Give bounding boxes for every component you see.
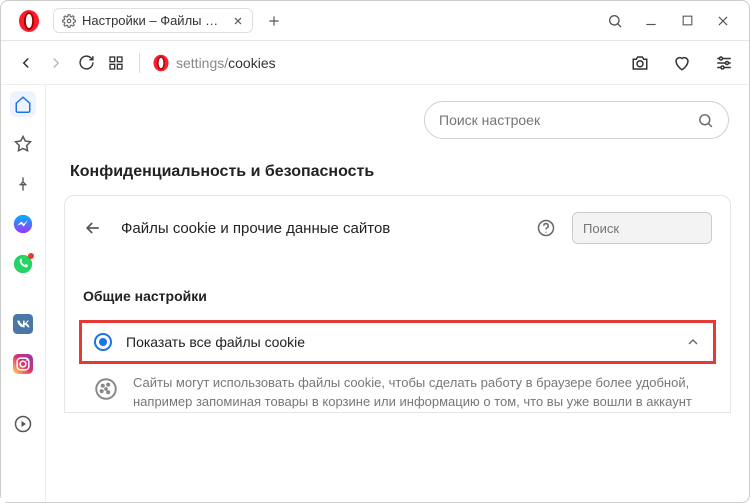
- heart-icon[interactable]: [667, 48, 697, 78]
- snapshot-icon[interactable]: [625, 48, 655, 78]
- url-prefix: settings/: [176, 55, 228, 71]
- title-bar: Настройки – Файлы cookie: [1, 1, 749, 41]
- search-icon: [697, 112, 714, 129]
- gear-icon: [62, 14, 76, 28]
- panel-title: Файлы cookie и прочие данные сайтов: [121, 220, 520, 237]
- sidebar: [1, 85, 46, 502]
- address-bar: settings/cookies: [1, 41, 749, 85]
- speed-dial-button[interactable]: [101, 48, 131, 78]
- close-tab-icon[interactable]: [232, 15, 244, 27]
- notification-badge: [28, 253, 34, 259]
- panel-header: Файлы cookie и прочие данные сайтов: [65, 196, 730, 260]
- help-icon[interactable]: [534, 219, 558, 237]
- option-description-row: Сайты могут использовать файлы cookie, ч…: [65, 364, 730, 412]
- opera-logo: [17, 9, 41, 33]
- chevron-up-icon[interactable]: [685, 334, 701, 350]
- settings-search[interactable]: [424, 101, 729, 139]
- content-area: Конфиденциальность и безопасность Файлы …: [1, 85, 749, 502]
- browser-tab[interactable]: Настройки – Файлы cookie: [53, 8, 253, 33]
- option-description: Сайты могут использовать файлы cookie, ч…: [133, 374, 702, 412]
- option-label: Показать все файлы cookie: [126, 334, 671, 350]
- section-heading: Конфиденциальность и безопасность: [46, 163, 749, 195]
- titlebar-search-icon[interactable]: [601, 7, 629, 35]
- easy-setup-icon[interactable]: [709, 48, 739, 78]
- sidebar-whatsapp-icon[interactable]: [10, 251, 36, 277]
- sidebar-instagram-icon[interactable]: [10, 351, 36, 377]
- sidebar-bookmarks-icon[interactable]: [10, 131, 36, 157]
- reload-button[interactable]: [71, 48, 101, 78]
- tab-title: Настройки – Файлы cookie: [82, 13, 224, 28]
- close-window-button[interactable]: [709, 7, 737, 35]
- cookie-icon: [93, 376, 119, 402]
- site-identity-icon[interactable]: [152, 54, 170, 72]
- panel-search[interactable]: [572, 212, 712, 244]
- new-tab-button[interactable]: [263, 10, 285, 32]
- back-button[interactable]: [11, 48, 41, 78]
- minimize-button[interactable]: [637, 7, 665, 35]
- settings-content: Конфиденциальность и безопасность Файлы …: [46, 85, 749, 502]
- panel-search-input[interactable]: [583, 221, 749, 236]
- radio-selected-icon[interactable]: [94, 333, 112, 351]
- url-path: cookies: [228, 55, 275, 71]
- maximize-button[interactable]: [673, 7, 701, 35]
- general-heading: Общие настройки: [65, 260, 730, 314]
- sidebar-home-icon[interactable]: [10, 91, 36, 117]
- sidebar-pinboards-icon[interactable]: [10, 171, 36, 197]
- forward-button[interactable]: [41, 48, 71, 78]
- sidebar-vk-icon[interactable]: [10, 311, 36, 337]
- cookies-panel: Файлы cookie и прочие данные сайтов Общи…: [64, 195, 731, 413]
- browser-window: Настройки – Файлы cookie: [0, 0, 750, 503]
- show-all-cookies-option[interactable]: Показать все файлы cookie: [79, 320, 716, 364]
- panel-back-button[interactable]: [83, 218, 107, 238]
- sidebar-player-icon[interactable]: [10, 411, 36, 437]
- settings-search-input[interactable]: [439, 112, 697, 128]
- sidebar-messenger-icon[interactable]: [10, 211, 36, 237]
- url-display[interactable]: settings/cookies: [176, 55, 276, 71]
